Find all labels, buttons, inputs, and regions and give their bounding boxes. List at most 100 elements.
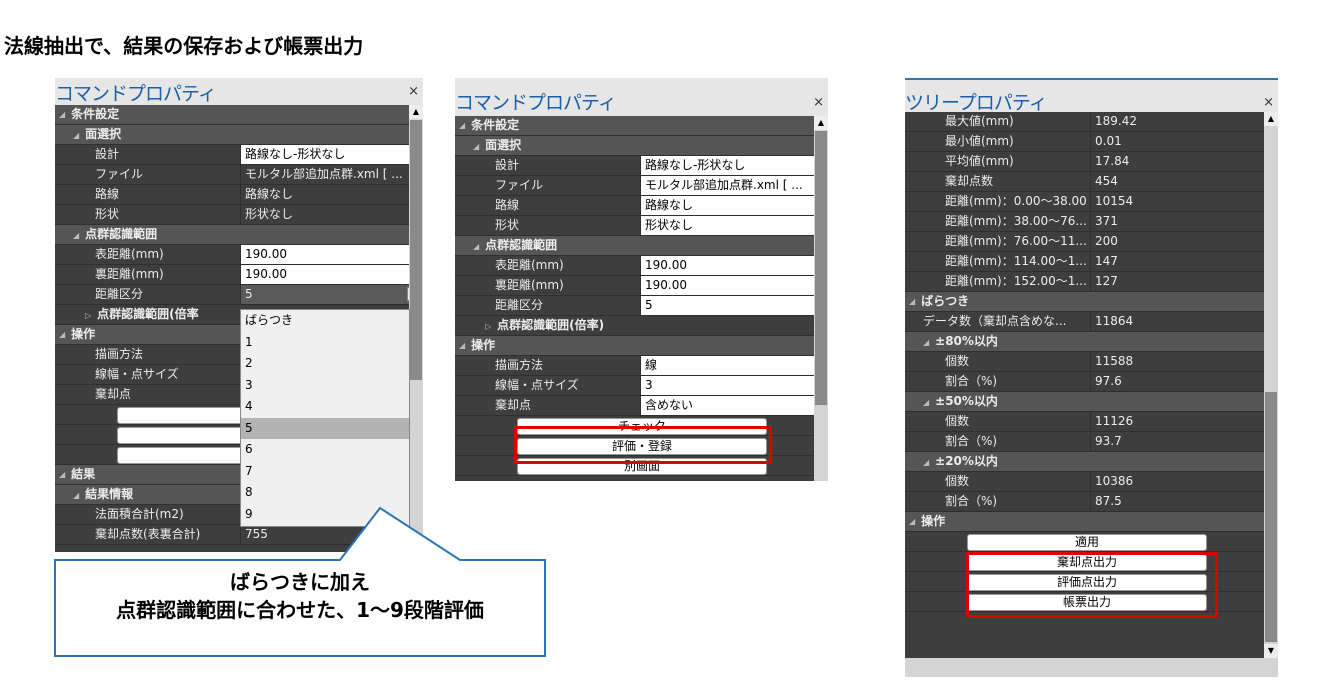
- property-value[interactable]: 5: [640, 296, 828, 315]
- property-value[interactable]: 454: [1090, 172, 1278, 191]
- property-value[interactable]: 371: [1090, 212, 1278, 231]
- property-row[interactable]: ▷ 点群認識範囲(倍率): [455, 316, 828, 336]
- property-value[interactable]: 路線なし: [640, 196, 828, 215]
- property-row[interactable]: 割合（%) 93.7: [905, 432, 1278, 452]
- property-row[interactable]: ◢ 点群認識範囲: [455, 236, 828, 256]
- property-row[interactable]: ◢ ±20%以内: [905, 452, 1278, 472]
- panel-header: ツリープロパティ ×: [905, 78, 1278, 114]
- expand-collapse-icon[interactable]: ◢: [909, 292, 915, 311]
- property-row[interactable]: 裏距離(mm) 190.00: [455, 276, 828, 296]
- property-value[interactable]: 147: [1090, 252, 1278, 271]
- property-value[interactable]: [640, 116, 828, 135]
- expand-collapse-icon[interactable]: ◢: [459, 116, 465, 135]
- scroll-thumb[interactable]: [815, 131, 827, 405]
- property-value[interactable]: [640, 336, 828, 355]
- property-value[interactable]: 11864: [1090, 312, 1278, 331]
- scrollbar[interactable]: ▲ ▼: [1264, 112, 1278, 658]
- property-grid: 最大値(mm) 189.42 最小値(mm) 0.01 平均値(mm) 17.84 棄却点数…: [905, 112, 1278, 612]
- property-row[interactable]: 距離(mm)：114.00〜1... 147: [905, 252, 1278, 272]
- property-row[interactable]: 割合（%) 97.6: [905, 372, 1278, 392]
- scroll-down-icon[interactable]: ▼: [1264, 644, 1278, 658]
- property-value[interactable]: 0.01: [1090, 132, 1278, 151]
- property-value[interactable]: [1090, 292, 1278, 311]
- property-label: 個数: [945, 414, 970, 428]
- section-header[interactable]: ◢ 条件設定: [455, 116, 828, 136]
- property-value[interactable]: [1090, 392, 1278, 411]
- property-row[interactable]: 描画方法 線: [455, 356, 828, 376]
- property-value[interactable]: [640, 136, 828, 155]
- expand-collapse-icon[interactable]: ◢: [923, 333, 929, 351]
- expand-collapse-icon[interactable]: ◢: [923, 393, 929, 411]
- property-row[interactable]: 設計 路線なし-形状なし: [455, 156, 828, 176]
- property-row[interactable]: 距離(mm)：76.00〜11... 200: [905, 232, 1278, 252]
- property-value[interactable]: 190.00: [640, 256, 828, 275]
- section-header[interactable]: ◢ 操作: [455, 336, 828, 356]
- expand-collapse-icon[interactable]: ▷: [485, 317, 491, 335]
- property-value[interactable]: [1090, 332, 1278, 351]
- property-row[interactable]: データ数（棄却点含めな... 11864: [905, 312, 1278, 332]
- property-value[interactable]: 17.84: [1090, 152, 1278, 171]
- property-value[interactable]: 11588: [1090, 352, 1278, 371]
- property-value[interactable]: 線: [640, 356, 828, 375]
- property-row[interactable]: ◢ ±80%以内: [905, 332, 1278, 352]
- property-row[interactable]: ファイル モルタル部追加点群.xml [ ...: [455, 176, 828, 196]
- property-label: 路線: [495, 198, 520, 212]
- property-label: 描画方法: [495, 358, 544, 372]
- expand-collapse-icon[interactable]: ◢: [909, 512, 915, 531]
- property-row[interactable]: 距離(mm)：0.00〜38.00 10154: [905, 192, 1278, 212]
- property-row[interactable]: 路線 路線なし: [455, 196, 828, 216]
- close-icon[interactable]: ×: [813, 96, 824, 109]
- property-row[interactable]: 個数 10386: [905, 472, 1278, 492]
- expand-collapse-icon[interactable]: ◢: [473, 237, 479, 255]
- property-row[interactable]: 棄却点 含めない: [455, 396, 828, 416]
- property-value[interactable]: 87.5: [1090, 492, 1278, 511]
- property-value[interactable]: [1090, 512, 1278, 531]
- property-value[interactable]: 200: [1090, 232, 1278, 251]
- property-row[interactable]: 形状 形状なし: [455, 216, 828, 236]
- property-row[interactable]: 線幅・点サイズ 3: [455, 376, 828, 396]
- property-value[interactable]: 路線なし-形状なし: [640, 156, 828, 175]
- scroll-up-icon[interactable]: ▲: [1264, 112, 1278, 126]
- property-row[interactable]: 個数 11588: [905, 352, 1278, 372]
- expand-collapse-icon[interactable]: ◢: [459, 336, 465, 355]
- property-row[interactable]: ◢ ±50%以内: [905, 392, 1278, 412]
- property-value[interactable]: 3: [640, 376, 828, 395]
- property-value[interactable]: モルタル部追加点群.xml [ ...: [640, 176, 828, 195]
- close-icon[interactable]: ×: [1263, 96, 1274, 109]
- property-value[interactable]: 93.7: [1090, 432, 1278, 451]
- property-value[interactable]: [1090, 452, 1278, 471]
- property-value[interactable]: 10154: [1090, 192, 1278, 211]
- property-row[interactable]: 平均値(mm) 17.84: [905, 152, 1278, 172]
- property-row[interactable]: 表距離(mm) 190.00: [455, 256, 828, 276]
- property-row[interactable]: 割合（%) 87.5: [905, 492, 1278, 512]
- scrollbar[interactable]: ▲: [814, 116, 828, 481]
- scroll-up-icon[interactable]: ▲: [814, 116, 828, 130]
- property-label: 点群認識範囲(倍率): [497, 318, 605, 332]
- property-row[interactable]: 距離(mm)：38.00〜76... 371: [905, 212, 1278, 232]
- property-value[interactable]: 形状なし: [640, 216, 828, 235]
- action-button[interactable]: 適用: [967, 534, 1207, 551]
- property-row[interactable]: 距離区分 5: [455, 296, 828, 316]
- command-property-panel-2: コマンドプロパティ × ◢ 条件設定 ◢ 面選択 設計 路線なし-形状なし ファイル モルタル…: [455, 78, 828, 481]
- property-value[interactable]: 11126: [1090, 412, 1278, 431]
- property-row[interactable]: 個数 11126: [905, 412, 1278, 432]
- property-row[interactable]: 棄却点数 454: [905, 172, 1278, 192]
- property-row[interactable]: 距離(mm)：152.00〜1... 127: [905, 272, 1278, 292]
- scroll-thumb[interactable]: [1265, 392, 1277, 642]
- property-row[interactable]: ◢ 面選択: [455, 136, 828, 156]
- section-header[interactable]: ◢ 操作: [905, 512, 1278, 532]
- property-value[interactable]: [640, 236, 828, 255]
- section-header[interactable]: ◢ ばらつき: [905, 292, 1278, 312]
- property-value[interactable]: 127: [1090, 272, 1278, 291]
- expand-collapse-icon[interactable]: ◢: [923, 453, 929, 471]
- property-row[interactable]: 最大値(mm) 189.42: [905, 112, 1278, 132]
- property-value[interactable]: 190.00: [640, 276, 828, 295]
- property-row[interactable]: 最小値(mm) 0.01: [905, 132, 1278, 152]
- property-value[interactable]: 189.42: [1090, 112, 1278, 131]
- expand-collapse-icon[interactable]: ◢: [473, 137, 479, 155]
- property-value[interactable]: 97.6: [1090, 372, 1278, 391]
- property-value[interactable]: [640, 316, 828, 335]
- property-value[interactable]: 10386: [1090, 472, 1278, 491]
- property-label: 棄却点: [495, 398, 532, 412]
- property-value[interactable]: 含めない: [640, 396, 828, 415]
